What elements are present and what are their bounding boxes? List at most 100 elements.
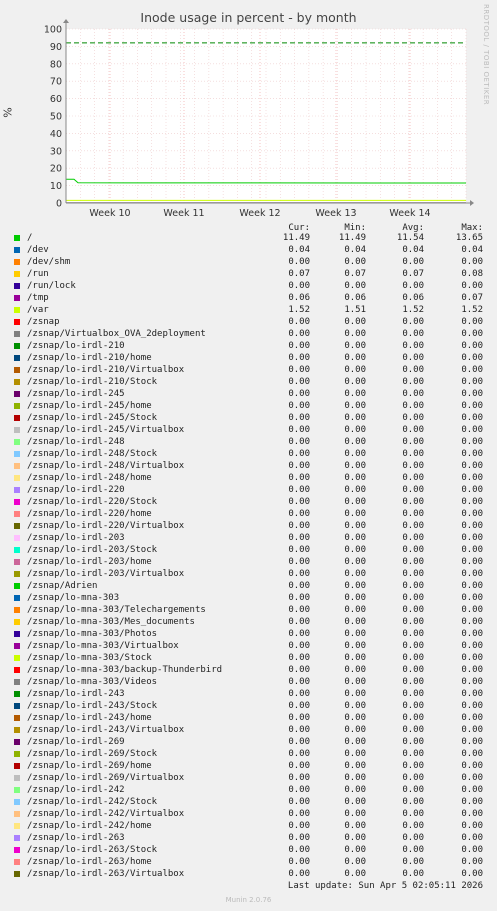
legend-swatch xyxy=(14,847,20,853)
legend-row: /zsnap/lo-mna-303/Mes_documents 0.00 0.00 0… xyxy=(0,617,497,629)
legend-row: /zsnap/lo-irdl-269/Stock 0.00 0.00 0.00 0.00 xyxy=(0,749,497,761)
legend-max-value: 0.00 xyxy=(461,521,483,531)
legend-max-value: 0.00 xyxy=(461,761,483,771)
legend-label: /zsnap/lo-irdl-220/Virtualbox xyxy=(27,521,185,531)
legend-swatch xyxy=(14,751,20,757)
legend-row: /zsnap/lo-irdl-220/Stock 0.00 0.00 0.00 0.00 xyxy=(0,497,497,509)
legend-max-value: 0.00 xyxy=(461,689,483,699)
legend-swatch xyxy=(14,667,20,673)
legend-row: /zsnap/lo-irdl-269/home 0.00 0.00 0.00 0.00 xyxy=(0,761,497,773)
legend-swatch xyxy=(14,307,20,313)
legend-max-value: 0.00 xyxy=(461,425,483,435)
legend-swatch xyxy=(14,235,20,241)
legend-row: /zsnap/lo-irdl-220 0.00 0.00 0.00 0.00 xyxy=(0,485,497,497)
legend-max-value: 0.00 xyxy=(461,713,483,723)
legend-row: /zsnap/lo-irdl-220/Virtualbox 0.00 0.00 0.0… xyxy=(0,521,497,533)
legend-row: /zsnap/Adrien 0.00 0.00 0.00 0.00 xyxy=(0,581,497,593)
legend-label: /zsnap/lo-irdl-203/Virtualbox xyxy=(27,569,185,579)
legend-label: /zsnap/lo-irdl-242/Virtualbox xyxy=(27,809,185,819)
legend-swatch xyxy=(14,283,20,289)
legend-swatch xyxy=(14,811,20,817)
legend-row: /zsnap/lo-irdl-242/Stock 0.00 0.00 0.00 0.00 xyxy=(0,797,497,809)
legend-label: /zsnap/lo-irdl-210/Stock xyxy=(27,377,158,387)
y-tick-label: 10 xyxy=(50,181,62,192)
legend-label: /zsnap/lo-mna-303/Videos xyxy=(27,677,158,687)
legend-swatch xyxy=(14,499,20,505)
legend-max-value: 0.00 xyxy=(461,545,483,555)
legend-label: /zsnap/lo-irdl-203/home xyxy=(27,557,152,567)
legend-swatch xyxy=(14,559,20,565)
legend-swatch xyxy=(14,691,20,697)
legend-label: /zsnap/lo-irdl-220/Stock xyxy=(27,497,158,507)
legend-row: /zsnap/lo-irdl-203 0.00 0.00 0.00 0.00 xyxy=(0,533,497,545)
legend-swatch xyxy=(14,775,20,781)
x-tick-label: Week 10 xyxy=(89,208,130,219)
legend-row: /zsnap/lo-irdl-248/Virtualbox 0.00 0.00 0.0… xyxy=(0,461,497,473)
legend-swatch xyxy=(14,259,20,265)
legend-label: /zsnap/lo-irdl-245/Stock xyxy=(27,413,158,423)
legend-swatch xyxy=(14,799,20,805)
legend-row: /zsnap/lo-mna-303/Photos 0.00 0.00 0.00 0.00 xyxy=(0,629,497,641)
legend-max-value: 0.00 xyxy=(461,785,483,795)
legend-max-value: 0.04 xyxy=(461,245,483,255)
legend-max-value: 0.08 xyxy=(461,269,483,279)
legend-row: /zsnap/lo-irdl-248 0.00 0.00 0.00 0.00 xyxy=(0,437,497,449)
legend-row: /zsnap/lo-irdl-210 0.00 0.00 0.00 0.00 xyxy=(0,341,497,353)
legend-max-value: 0.00 xyxy=(461,665,483,675)
legend-max-value: 0.00 xyxy=(461,509,483,519)
legend-label: /zsnap/lo-irdl-220 xyxy=(27,485,125,495)
legend-max-value: 13.65 xyxy=(455,233,483,243)
legend-swatch xyxy=(14,367,20,373)
legend-row: /zsnap 0.00 0.00 0.00 0.00 xyxy=(0,317,497,329)
y-tick-label: 20 xyxy=(50,164,62,175)
legend-row: /zsnap/lo-irdl-245/Virtualbox 0.00 0.00 0.0… xyxy=(0,425,497,437)
legend-label: / xyxy=(27,233,33,243)
legend-label: /zsnap/lo-irdl-269/home xyxy=(27,761,152,771)
legend-label: /zsnap/lo-irdl-245/Virtualbox xyxy=(27,425,185,435)
legend-label: /zsnap/lo-mna-303/Photos xyxy=(27,629,158,639)
legend-swatch xyxy=(14,427,20,433)
legend-row: /var 1.52 1.51 1.52 1.52 xyxy=(0,305,497,317)
legend-label: /zsnap/lo-mna-303/Virtualbox xyxy=(27,641,179,651)
legend-label: /zsnap/lo-mna-303/backup-Thunderbird xyxy=(27,665,223,675)
legend-max-value: 0.00 xyxy=(461,497,483,507)
legend-max-value: 0.00 xyxy=(461,653,483,663)
legend-swatch xyxy=(14,247,20,253)
y-tick-label: 90 xyxy=(50,42,62,53)
legend-row: /zsnap/lo-irdl-203/home 0.00 0.00 0.00 0.00 xyxy=(0,557,497,569)
legend-label: /zsnap/lo-irdl-269 xyxy=(27,737,125,747)
legend-swatch xyxy=(14,403,20,409)
legend-max-value: 0.00 xyxy=(461,317,483,327)
legend-row: /zsnap/lo-irdl-245 0.00 0.00 0.00 0.00 xyxy=(0,389,497,401)
legend-max-value: 0.00 xyxy=(461,809,483,819)
legend-max-value: 0.00 xyxy=(461,557,483,567)
legend-max-value: 0.00 xyxy=(461,257,483,267)
legend-label: /zsnap/lo-mna-303 xyxy=(27,593,120,603)
chart-plot: 0 10 20 30 40 50 60 70 80 90 100 Week 10 Week 11 Week… xyxy=(44,19,474,219)
legend-max-value: 0.00 xyxy=(461,341,483,351)
legend-row: /zsnap/lo-irdl-248/home 0.00 0.00 0.00 0.00 xyxy=(0,473,497,485)
legend-swatch xyxy=(14,391,20,397)
legend-label: /zsnap/lo-irdl-263/Stock xyxy=(27,845,158,855)
legend-swatch xyxy=(14,823,20,829)
legend-swatch xyxy=(14,739,20,745)
legend-label: /zsnap/lo-irdl-243 xyxy=(27,689,125,699)
x-tick-label: Week 13 xyxy=(315,208,356,219)
legend-max-value: 0.07 xyxy=(461,293,483,303)
legend-swatch xyxy=(14,763,20,769)
legend-swatch xyxy=(14,871,20,877)
legend-max-value: 0.00 xyxy=(461,365,483,375)
legend-row: /zsnap/lo-irdl-203/Virtualbox 0.00 0.00 0.0… xyxy=(0,569,497,581)
legend-row: /zsnap/lo-irdl-245/Stock 0.00 0.00 0.00 0.00 xyxy=(0,413,497,425)
legend-label: /zsnap/lo-irdl-248/home xyxy=(27,473,152,483)
legend-label: /zsnap/lo-irdl-245 xyxy=(27,389,125,399)
legend-swatch xyxy=(14,295,20,301)
legend-row: /zsnap/lo-irdl-243/home 0.00 0.00 0.00 0.00 xyxy=(0,713,497,725)
legend-label: /zsnap/lo-irdl-269/Stock xyxy=(27,749,158,759)
legend-label: /zsnap/lo-irdl-263/home xyxy=(27,857,152,867)
legend-max-value: 0.00 xyxy=(461,857,483,867)
legend-row: /zsnap/lo-mna-303 0.00 0.00 0.00 0.00 xyxy=(0,593,497,605)
legend-row: /run/lock 0.00 0.00 0.00 0.00 xyxy=(0,281,497,293)
legend-row: /zsnap/lo-irdl-210/home 0.00 0.00 0.00 0.00 xyxy=(0,353,497,365)
legend-max-value: 0.00 xyxy=(461,737,483,747)
